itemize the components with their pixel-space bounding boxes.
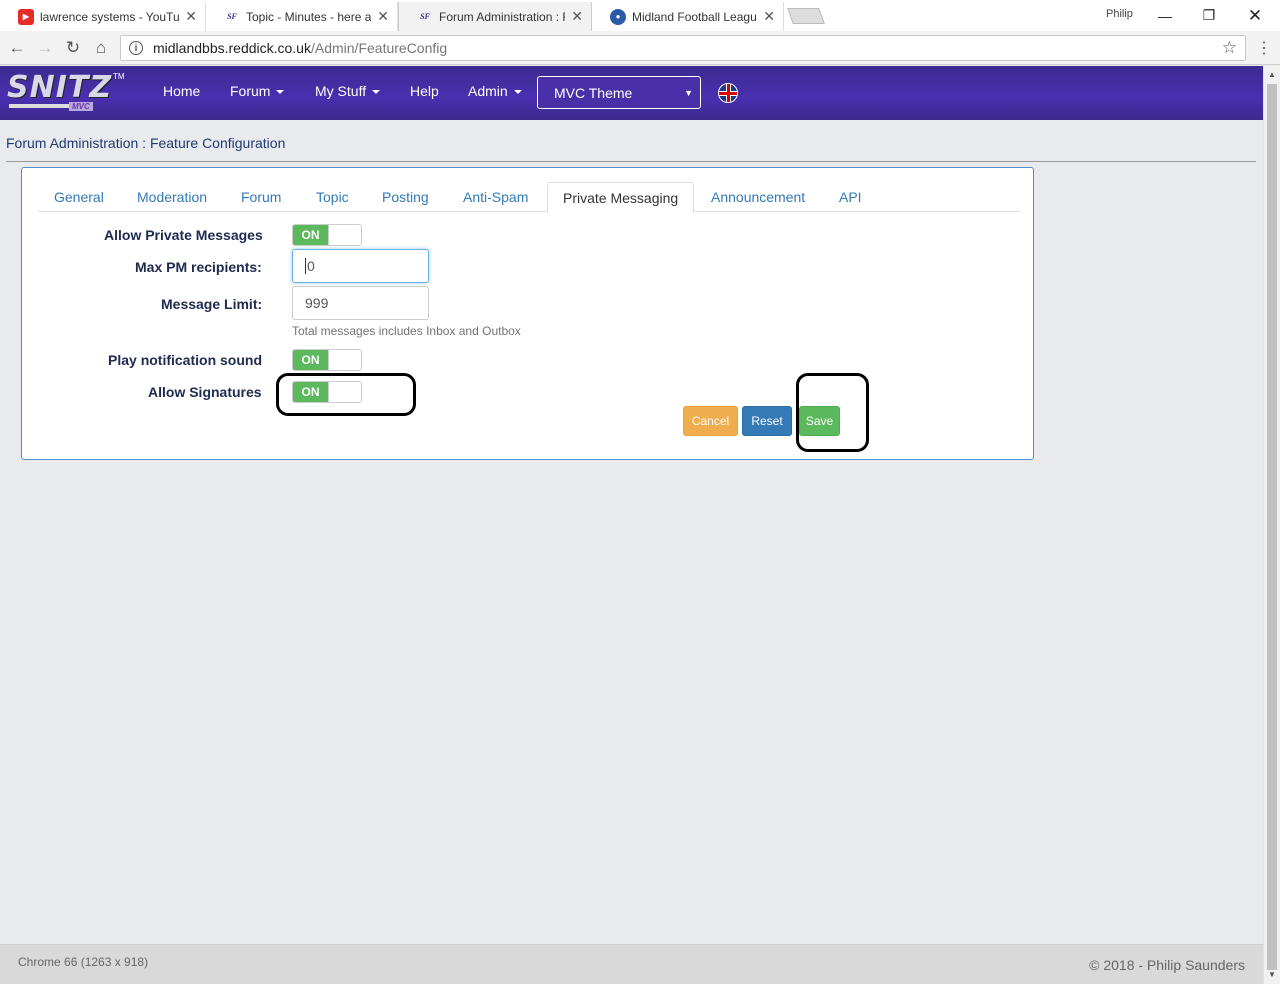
tab-api[interactable]: API <box>839 182 862 213</box>
nav-forum-label: Forum <box>230 83 271 99</box>
profile-name[interactable]: Philip <box>1106 8 1133 20</box>
tab-topic[interactable]: Topic <box>316 182 349 213</box>
tab-posting[interactable]: Posting <box>382 182 429 213</box>
scrollbar-thumb[interactable] <box>1267 84 1277 970</box>
theme-select[interactable]: MVC Theme ▼ <box>537 76 701 109</box>
theme-select-value: MVC Theme <box>554 84 633 101</box>
toggle-on-label: ON <box>293 350 328 370</box>
browser-tab-title: Topic - Minutes - here an <box>246 9 372 24</box>
tab-moderation[interactable]: Moderation <box>137 182 207 213</box>
nav-forum[interactable]: Forum <box>230 83 285 99</box>
uk-flag-icon[interactable] <box>718 83 738 103</box>
close-tab-icon[interactable]: ✕ <box>185 8 197 25</box>
browser-tab-midland[interactable]: ● Midland Football League ✕ <box>592 2 784 31</box>
info-icon[interactable]: i <box>129 41 143 55</box>
toggle-on-label: ON <box>293 225 328 245</box>
caret-down-icon <box>276 90 285 95</box>
toggle-knob <box>328 382 361 402</box>
tab-forum[interactable]: Forum <box>241 182 281 213</box>
mfl-icon: ● <box>610 8 626 25</box>
close-tab-icon[interactable]: ✕ <box>763 8 775 25</box>
message-limit-value: 999 <box>305 295 329 311</box>
home-icon[interactable]: ⌂ <box>90 37 112 59</box>
reload-icon[interactable]: ↻ <box>62 37 84 59</box>
max-recipients-value: 0 <box>307 258 315 274</box>
browser-tab-youtube[interactable]: ▶ lawrence systems - YouTu ✕ <box>0 2 206 31</box>
scroll-down-icon[interactable]: ▼ <box>1268 970 1276 979</box>
bookmark-star-icon[interactable]: ☆ <box>1222 38 1237 58</box>
toggle-knob <box>328 225 361 245</box>
scroll-up-icon[interactable]: ▲ <box>1268 70 1276 79</box>
cancel-button[interactable]: Cancel <box>683 406 738 436</box>
url-host: midlandbbs.reddick.co.uk <box>153 40 311 56</box>
allow-pm-toggle[interactable]: ON <box>292 224 362 246</box>
browser-tab-forum-admin[interactable]: SF Forum Administration : Fe ✕ <box>398 2 592 31</box>
site-navbar: SNITZ TM MVC Home Forum My Stuff Help Ad… <box>0 66 1263 120</box>
config-tabs: General Moderation Forum Topic Posting A… <box>38 182 1020 213</box>
text-cursor <box>305 258 306 274</box>
snitz-logo[interactable]: SNITZ TM MVC <box>7 70 125 116</box>
flag-cross-red-v <box>727 84 730 102</box>
close-window-icon[interactable]: ✕ <box>1232 0 1278 31</box>
tab-announcement[interactable]: Announcement <box>711 182 805 213</box>
browser-menu-icon[interactable]: ⋮ <box>1254 36 1274 60</box>
footer-browser-info: Chrome 66 (1263 x 918) <box>18 955 149 969</box>
snitz-icon: SF <box>227 12 237 21</box>
nav-admin-label: Admin <box>468 83 508 99</box>
dropdown-arrow-icon: ▼ <box>684 88 693 98</box>
logo-sub: MVC <box>69 102 93 111</box>
snitz-icon: SF <box>420 12 430 21</box>
nav-admin[interactable]: Admin <box>468 83 522 99</box>
forward-icon[interactable]: → <box>34 37 56 59</box>
max-recipients-label: Max PM recipients: <box>135 259 262 275</box>
toggle-on-label: ON <box>293 382 328 402</box>
save-button[interactable]: Save <box>799 406 840 436</box>
footer-copyright: © 2018 - Philip Saunders <box>1089 957 1245 973</box>
nav-my-stuff-label: My Stuff <box>315 83 367 99</box>
close-tab-icon[interactable]: ✕ <box>571 8 583 25</box>
browser-tab-topic[interactable]: SF Topic - Minutes - here an ✕ <box>206 2 398 31</box>
address-bar: ← → ↻ ⌂ i midlandbbs.reddick.co.uk/Admin… <box>0 31 1280 65</box>
message-limit-help: Total messages includes Inbox and Outbox <box>292 324 521 338</box>
nav-help[interactable]: Help <box>410 83 439 99</box>
page-scrollbar[interactable]: ▲ ▼ <box>1263 66 1280 984</box>
toggle-knob <box>328 350 361 370</box>
minimize-icon[interactable]: — <box>1142 0 1188 31</box>
logo-wordmark: SNITZ <box>7 70 113 105</box>
tab-general[interactable]: General <box>54 182 104 213</box>
url-path: /Admin/FeatureConfig <box>310 40 448 56</box>
max-recipients-input[interactable]: 0 <box>292 249 429 283</box>
page-footer: Chrome 66 (1263 x 918) © 2018 - Philip S… <box>0 944 1263 984</box>
youtube-icon: ▶ <box>18 8 34 25</box>
logo-underline <box>9 104 69 108</box>
restore-icon[interactable]: ❐ <box>1186 0 1232 31</box>
close-tab-icon[interactable]: ✕ <box>377 8 389 25</box>
divider <box>6 161 1256 162</box>
nav-my-stuff[interactable]: My Stuff <box>315 83 381 99</box>
browser-tab-title: lawrence systems - YouTu <box>40 9 180 24</box>
allow-pm-label: Allow Private Messages <box>104 227 263 243</box>
tab-private-messaging[interactable]: Private Messaging <box>547 182 695 213</box>
url-input[interactable]: i midlandbbs.reddick.co.uk/Admin/Feature… <box>120 35 1246 61</box>
reset-button[interactable]: Reset <box>742 406 792 436</box>
new-tab-button[interactable] <box>787 8 825 24</box>
allow-sig-label: Allow Signatures <box>148 384 262 400</box>
nav-home[interactable]: Home <box>163 83 200 99</box>
message-limit-label: Message Limit: <box>161 296 263 312</box>
caret-down-icon <box>513 90 522 95</box>
allow-sig-toggle[interactable]: ON <box>292 381 362 403</box>
notify-sound-label: Play notification sound <box>108 352 263 368</box>
message-limit-input[interactable]: 999 <box>292 286 429 320</box>
notify-sound-toggle[interactable]: ON <box>292 349 362 371</box>
back-icon[interactable]: ← <box>6 37 28 59</box>
page-title: Forum Administration : Feature Configura… <box>6 135 286 151</box>
browser-tab-title: Forum Administration : Fe <box>439 9 566 24</box>
tab-anti-spam[interactable]: Anti-Spam <box>463 182 528 213</box>
caret-down-icon <box>372 90 381 95</box>
logo-tm: TM <box>113 72 125 81</box>
browser-tab-strip: ▶ lawrence systems - YouTu ✕ SF Topic - … <box>0 0 1280 31</box>
feature-config-panel: General Moderation Forum Topic Posting A… <box>21 167 1034 460</box>
browser-tab-title: Midland Football League <box>632 9 758 24</box>
